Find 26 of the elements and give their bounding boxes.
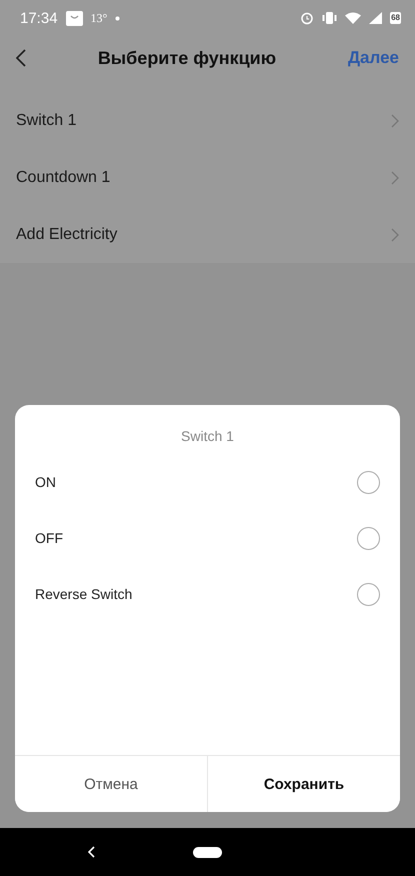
dialog-title: Switch 1 [180,428,235,444]
chevron-icon [391,114,399,128]
radio-button[interactable] [357,582,380,606]
page-title: Выберите функцию [96,48,278,68]
battery-level: 68 [390,12,401,24]
dot-icon [115,16,120,20]
wifi-icon [345,12,362,24]
status-time: 17:34 [20,10,58,26]
function-item[interactable]: Countdown 1 [0,149,415,206]
vibrate-icon [322,12,338,24]
back-icon[interactable] [16,49,26,67]
chevron-icon [391,228,399,242]
radio-button[interactable] [357,526,380,550]
radio-button[interactable] [357,470,380,494]
status-temperature: 13° [90,10,108,26]
function-item[interactable]: Add Electricity [0,206,415,263]
home-icon[interactable] [193,846,222,858]
bag-icon [66,10,83,26]
chevron-icon [391,170,399,184]
option-label: ON [35,474,56,490]
function-item[interactable]: Switch 1 [0,92,415,149]
alarm-icon [300,11,314,25]
option-label: OFF [35,530,63,546]
signal-icon [369,12,382,24]
option-label: Reverse Switch [35,586,132,602]
save-button[interactable]: Сохранить [207,756,400,812]
